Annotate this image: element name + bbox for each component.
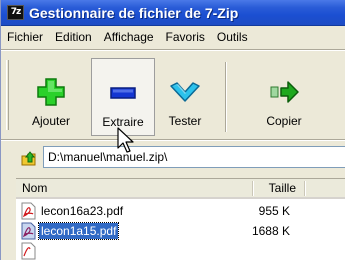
main-window: 7z Gestionnaire de fichier de 7-Zip Fich…: [0, 0, 345, 260]
menu-favoris[interactable]: Favoris: [160, 30, 211, 44]
menu-edition[interactable]: Edition: [49, 30, 98, 44]
toolbar: Ajouter Extraire Tester Copier: [1, 52, 345, 138]
extract-label: Extraire: [102, 115, 144, 129]
pdf-icon: [21, 242, 37, 260]
file-name: lecon1a15.pdf: [37, 222, 120, 240]
copy-arrow-icon: [268, 76, 300, 108]
plus-icon: [35, 76, 67, 108]
toolbar-divider: [1, 139, 345, 141]
window-title: Gestionnaire de fichier de 7-Zip: [29, 5, 239, 21]
test-label: Tester: [168, 114, 202, 128]
menu-bar: Fichier Edition Affichage Favoris Outils: [1, 26, 345, 48]
address-bar: D:\manuel\manuel.zip\: [1, 142, 345, 172]
menu-divider: [1, 49, 345, 51]
pdf-icon: [21, 222, 37, 240]
file-size: 955 K: [258, 204, 290, 218]
menu-fichier[interactable]: Fichier: [1, 30, 49, 44]
table-row[interactable]: [16, 241, 345, 260]
add-label: Ajouter: [31, 114, 71, 128]
app-7zip-icon: 7z: [7, 5, 24, 20]
copy-button[interactable]: Copier: [247, 58, 321, 136]
file-name: lecon16a23.pdf: [41, 204, 124, 218]
column-name-header[interactable]: Nom: [16, 179, 53, 197]
menu-affichage[interactable]: Affichage: [98, 30, 160, 44]
file-list: Nom Taille lecon16a23.pdf 955 K lecon1a1…: [16, 178, 345, 260]
column-size-header[interactable]: Taille: [248, 179, 302, 197]
add-button[interactable]: Ajouter: [13, 58, 89, 136]
copy-label: Copier: [266, 114, 302, 128]
folder-up-icon[interactable]: [21, 149, 39, 167]
path-input[interactable]: D:\manuel\manuel.zip\: [43, 146, 345, 168]
pdf-icon: [21, 202, 37, 220]
list-header: Nom Taille: [16, 179, 345, 199]
table-row[interactable]: lecon16a23.pdf 955 K: [16, 201, 345, 221]
check-icon: [169, 76, 201, 108]
menu-outils[interactable]: Outils: [211, 30, 254, 44]
minus-icon: [107, 77, 139, 109]
extract-button[interactable]: Extraire: [91, 58, 155, 136]
test-button[interactable]: Tester: [157, 58, 213, 136]
title-bar[interactable]: 7z Gestionnaire de fichier de 7-Zip: [1, 0, 345, 26]
column-divider[interactable]: [304, 181, 306, 196]
toolbar-grip[interactable]: [6, 60, 9, 130]
file-size: 1688 K: [251, 224, 290, 238]
toolbar-separator: [225, 62, 227, 132]
table-row[interactable]: lecon1a15.pdf 1688 K: [16, 221, 345, 241]
